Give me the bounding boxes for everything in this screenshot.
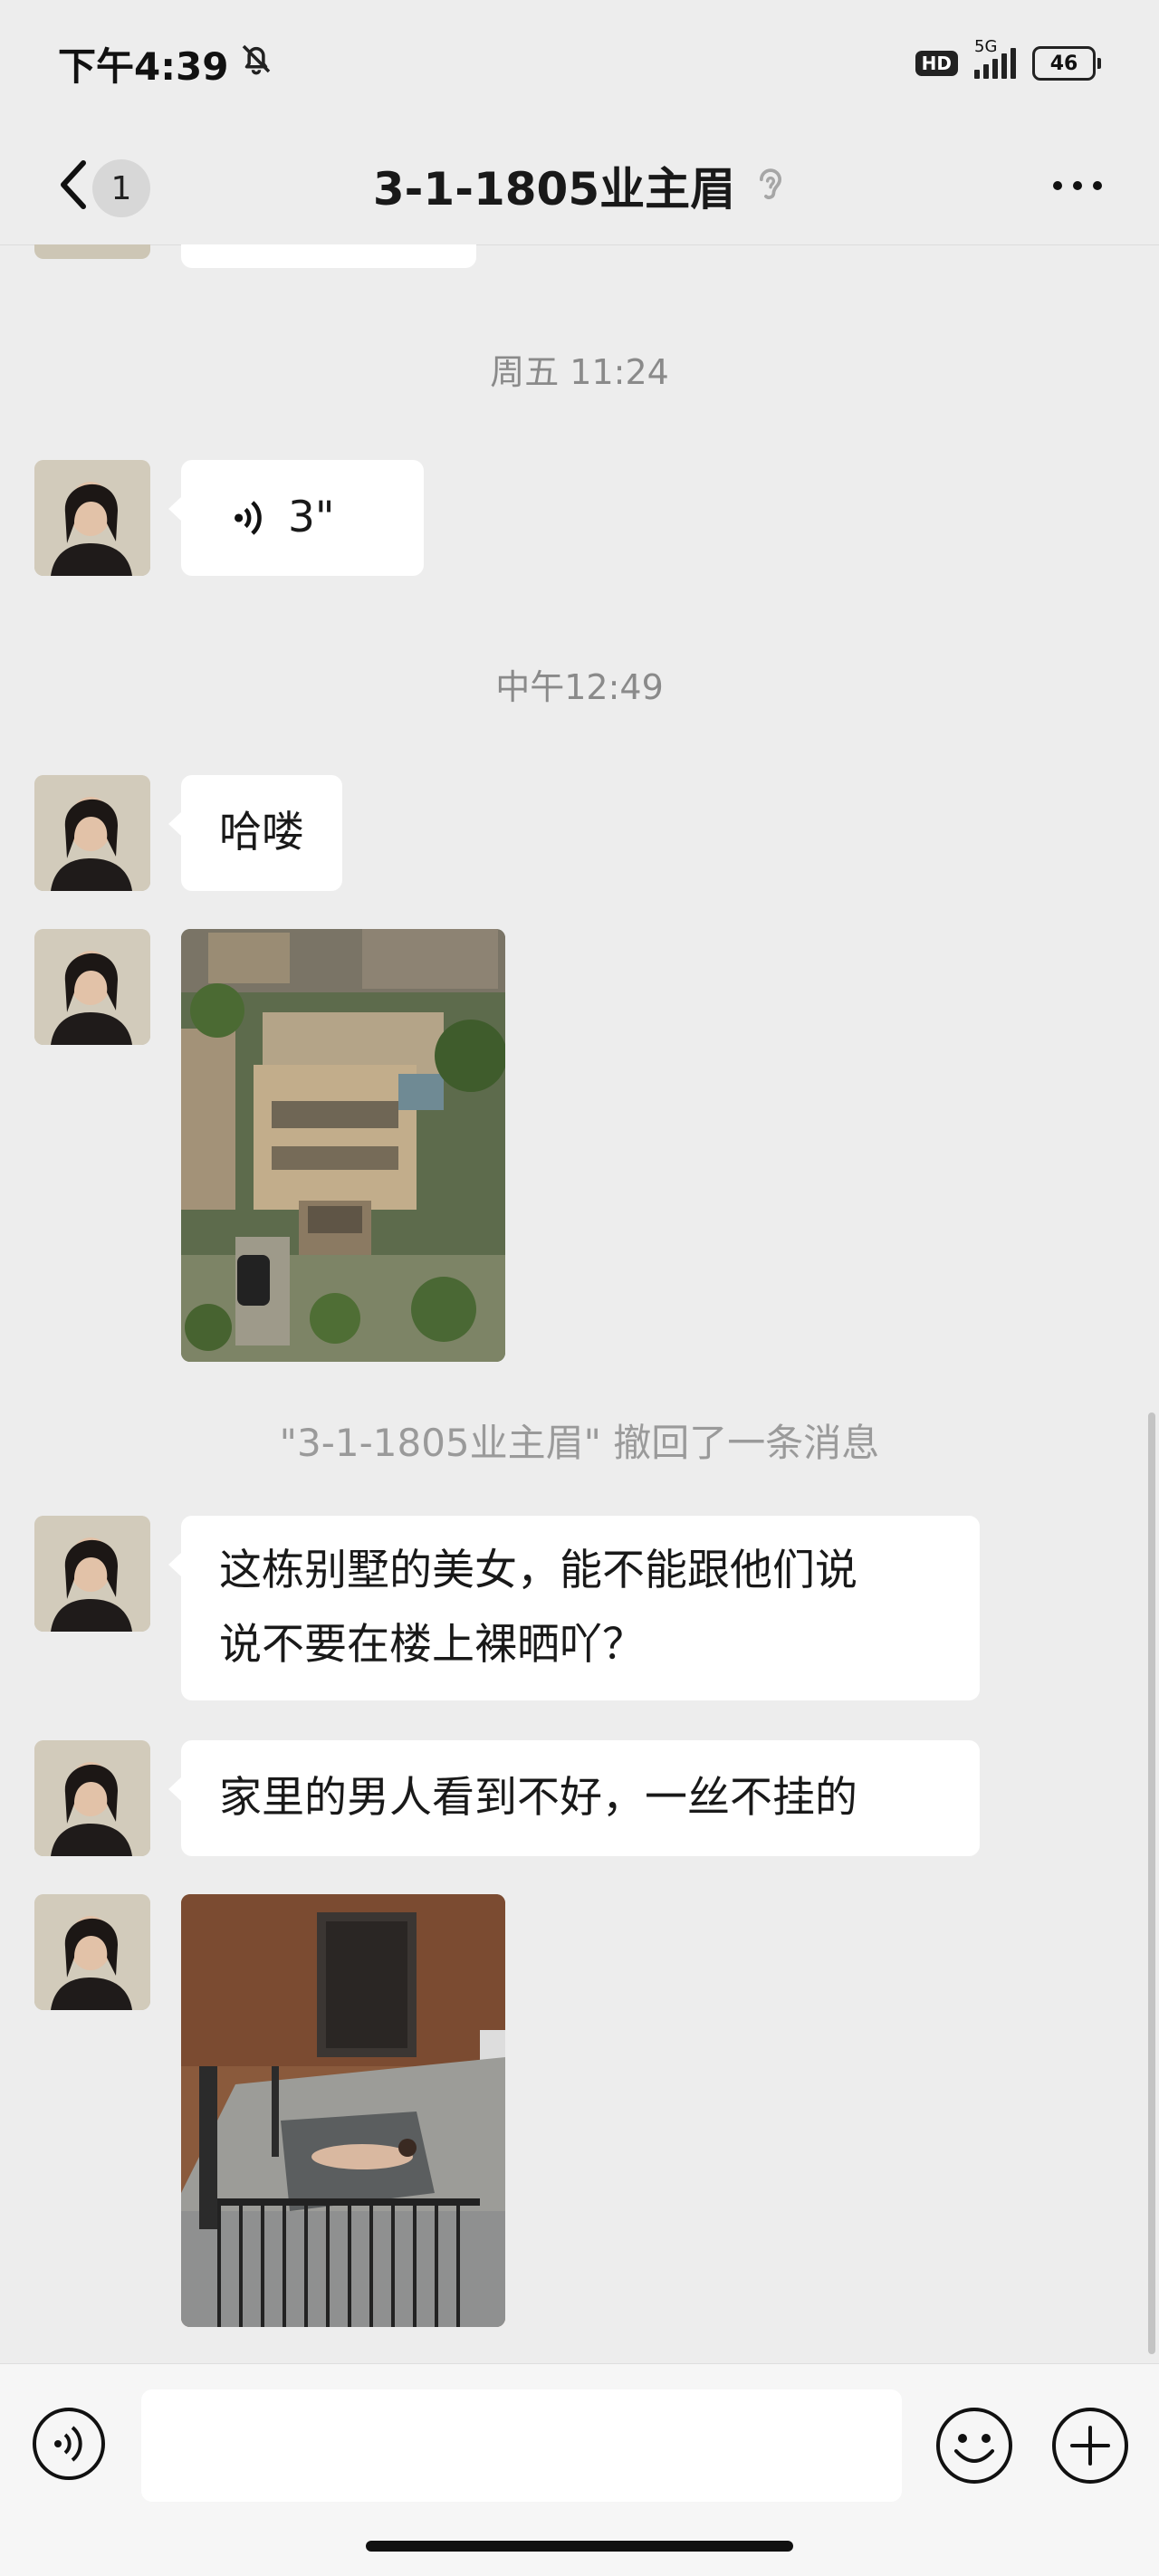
text-message-bubble[interactable]: 这栋别墅的美女，能不能跟他们说 说不要在楼上裸晒吖？ xyxy=(168,1516,980,1700)
status-bar: 下午4:39 HD 5G 46 xyxy=(0,0,1159,127)
timestamp: 周五 11:24 xyxy=(490,352,669,392)
avatar[interactable] xyxy=(34,929,150,1045)
ear-icon xyxy=(755,166,786,206)
network-label: 5G xyxy=(974,37,998,56)
voice-duration: 3" xyxy=(288,493,335,542)
chat-title-bar: 3-1-1805业主眉 xyxy=(0,127,1159,244)
voice-wave-icon xyxy=(235,501,262,535)
avatar[interactable] xyxy=(34,1516,150,1632)
chat-title: 3-1-1805业主眉 xyxy=(372,163,736,215)
chat-header: 1 3-1-1805业主眉 xyxy=(0,127,1159,245)
avatar[interactable] xyxy=(34,1740,150,1856)
system-message-recalled: "3-1-1805业主眉" 撤回了一条消息 xyxy=(279,1421,880,1465)
avatar[interactable] xyxy=(34,1894,150,2010)
voice-message-bubble[interactable]: 3" xyxy=(168,460,424,576)
signal-icon: 5G xyxy=(974,37,1016,79)
chat-messages[interactable]: 周五 11:24 3" 中午12:49 哈喽 "3-1-1805业主眉" 撤回了… xyxy=(0,244,1159,2363)
rooftop-terrace-photo[interactable] xyxy=(181,1894,505,2327)
avatar[interactable] xyxy=(34,775,150,891)
message-row xyxy=(34,929,505,1362)
message-row: 3" xyxy=(34,460,424,576)
status-left: 下午4:39 xyxy=(58,36,275,91)
text-message-bubble[interactable]: 哈喽 xyxy=(168,775,342,891)
message-text-line: 这栋别墅的美女，能不能跟他们说 xyxy=(219,1546,857,1595)
hd-badge: HD xyxy=(915,51,958,76)
message-row: 哈喽 xyxy=(34,775,342,891)
villa-aerial-photo[interactable] xyxy=(181,929,505,1362)
message-row: 家里的男人看到不好，一丝不挂的 xyxy=(34,1740,980,1856)
message-input[interactable] xyxy=(141,2389,902,2502)
status-time: 下午4:39 xyxy=(58,43,229,89)
message-row: 这栋别墅的美女，能不能跟他们说 说不要在楼上裸晒吖？ xyxy=(34,1516,980,1700)
voice-toggle-icon[interactable] xyxy=(31,2406,107,2482)
timestamp: 中午12:49 xyxy=(495,667,664,707)
text-message-bubble[interactable]: 家里的男人看到不好，一丝不挂的 xyxy=(168,1740,980,1856)
message-text: 家里的男人看到不好，一丝不挂的 xyxy=(219,1773,857,1823)
avatar[interactable] xyxy=(34,460,150,576)
battery-icon: 46 xyxy=(1032,46,1101,81)
status-right: HD 5G 46 xyxy=(915,37,1101,81)
message-row xyxy=(34,1894,505,2327)
more-dots-icon[interactable] xyxy=(1041,161,1114,210)
bell-muted-icon xyxy=(237,40,275,87)
scrollbar[interactable] xyxy=(1148,1412,1155,2354)
message-text-line: 说不要在楼上裸晒吖？ xyxy=(219,1620,645,1670)
emoji-icon[interactable] xyxy=(934,2406,1014,2485)
message-text: 哈喽 xyxy=(219,808,304,857)
battery-level: 46 xyxy=(1032,46,1096,81)
plus-icon[interactable] xyxy=(1050,2406,1130,2485)
message-bubble-partial[interactable] xyxy=(181,244,476,268)
avatar[interactable] xyxy=(34,244,150,259)
home-indicator[interactable] xyxy=(366,2541,793,2552)
